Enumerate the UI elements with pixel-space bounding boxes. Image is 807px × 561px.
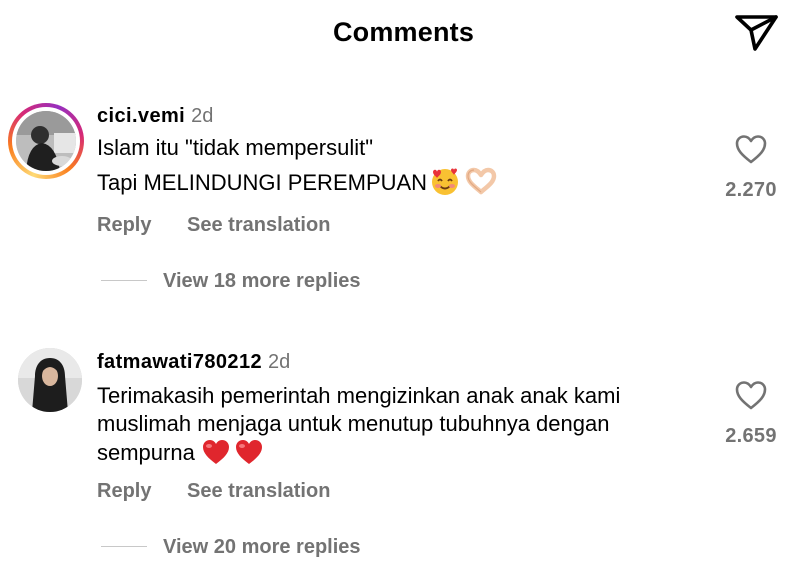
comment-text-line: Terimakasih pemerintah mengizinkan anak …: [97, 383, 621, 408]
view-replies-button[interactable]: View 20 more replies: [101, 536, 361, 559]
comment-actions: Reply See translation: [97, 480, 330, 503]
comment-username[interactable]: cici.vemi: [97, 105, 185, 127]
heart-icon[interactable]: [734, 133, 768, 165]
red-heart-icon: [202, 440, 229, 464]
comment-text-line-content: sempurna: [97, 440, 195, 465]
like-count: 2.270: [725, 179, 777, 201]
see-translation-button[interactable]: See translation: [187, 214, 330, 236]
view-replies-button[interactable]: View 18 more replies: [101, 270, 361, 293]
smiling-face-with-hearts-icon: [432, 168, 459, 195]
heart-icon[interactable]: [734, 379, 768, 411]
like-section: 2.659: [721, 379, 781, 448]
avatar-photo: [16, 111, 76, 171]
avatar[interactable]: [8, 103, 84, 179]
comment-username[interactable]: fatmawati780212: [97, 351, 262, 373]
comment-emojis: [201, 438, 264, 473]
page-title: Comments: [332, 17, 475, 47]
comment-item: cici.vemi 2d Islam itu "tidak mempersulit…: [0, 98, 807, 298]
reply-button[interactable]: Reply: [97, 214, 151, 236]
comment-text-line: Islam itu "tidak mempersulit": [97, 135, 374, 160]
comment-text-line: muslimah menjaga untuk menutup tubuhnya …: [97, 411, 610, 436]
comment-text-line-3: sempurna: [97, 438, 620, 473]
comment-actions: Reply See translation: [97, 214, 330, 237]
see-translation-button[interactable]: See translation: [187, 480, 330, 502]
view-replies-label: View 18 more replies: [163, 270, 361, 292]
like-count: 2.659: [725, 425, 777, 447]
comment-text: Terimakasih pemerintah mengizinkan anak …: [97, 382, 620, 473]
reply-button[interactable]: Reply: [97, 480, 151, 502]
send-icon: [735, 15, 778, 51]
red-heart-icon: [235, 440, 262, 464]
avatar-image: [16, 111, 76, 171]
send-button[interactable]: [733, 9, 779, 53]
like-section: 2.270: [721, 133, 781, 202]
comment-timestamp: 2d: [267, 351, 291, 373]
comments-header: Comments: [0, 0, 807, 68]
comment-item: fatmawati780212 2d Terimakasih pemerintah…: [0, 344, 807, 561]
comment-timestamp: 2d: [191, 105, 214, 127]
avatar-image: [18, 348, 82, 412]
replies-divider: [101, 280, 147, 281]
comment-text-line-content: Tapi MELINDUNGI PEREMPUAN: [97, 170, 428, 195]
comment-text-line-2: Tapi MELINDUNGI PEREMPUAN: [97, 166, 498, 203]
replies-divider: [101, 546, 147, 547]
comment-text: Islam itu "tidak mempersulit" Tapi MELIN…: [97, 134, 498, 203]
comment-emojis: [429, 166, 498, 203]
comment-meta: cici.vemi 2d: [97, 105, 213, 128]
avatar[interactable]: [18, 348, 82, 412]
heart-hands-icon: [465, 167, 497, 195]
comment-meta: fatmawati780212 2d: [97, 351, 290, 374]
view-replies-label: View 20 more replies: [163, 536, 361, 558]
